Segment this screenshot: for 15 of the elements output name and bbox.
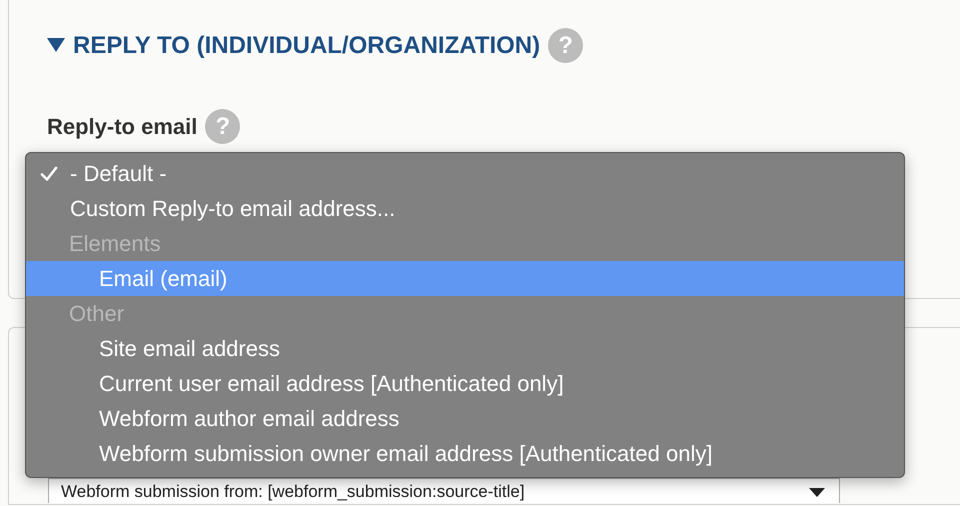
section-title[interactable]: REPLY TO (INDIVIDUAL/ORGANIZATION) <box>73 32 540 60</box>
dropdown-menu[interactable] <box>25 152 905 478</box>
menu-option[interactable]: Webform author email address <box>26 401 904 436</box>
menu-option[interactable]: Current user email address [Authenticated only] <box>26 366 904 401</box>
menu-option[interactable]: Site email address <box>26 331 904 366</box>
field-label: Reply-to email <box>47 114 198 140</box>
menu-option[interactable]: Custom Reply-to email address... <box>26 191 904 226</box>
menu-option[interactable]: Email (email) <box>26 261 904 296</box>
group-label: Elements <box>68 230 162 258</box>
dropdown-arrow-icon <box>809 486 825 498</box>
menu-option[interactable]: - Default - <box>26 156 904 191</box>
group-label: Other <box>68 300 126 328</box>
collapse-triangle-icon[interactable] <box>47 36 65 52</box>
select-field[interactable]: Webform submission from: [webform_submission:source-title] <box>48 478 840 503</box>
menu-option[interactable]: Webform submission owner email address [Authenticated only] <box>26 436 904 471</box>
